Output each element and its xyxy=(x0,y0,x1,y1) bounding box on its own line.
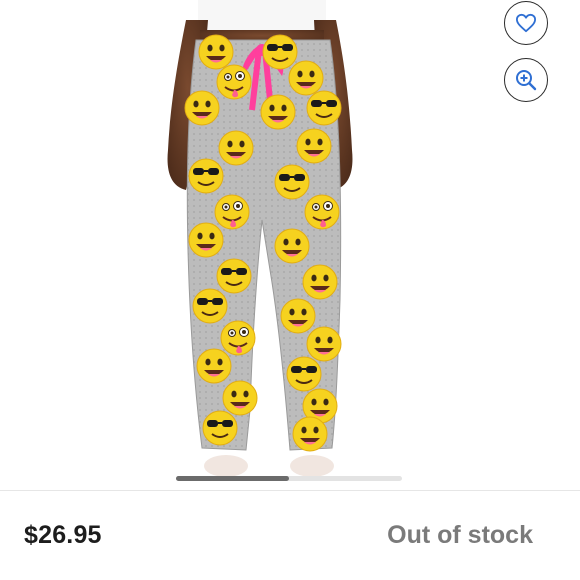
favorite-button[interactable] xyxy=(504,1,548,45)
heart-icon xyxy=(516,13,536,33)
zoom-button[interactable] xyxy=(504,58,548,102)
image-scroll-thumb xyxy=(176,476,289,481)
product-image-carousel[interactable] xyxy=(0,0,580,490)
product-image xyxy=(167,0,353,477)
stock-status: Out of stock xyxy=(387,521,533,549)
zoom-in-icon xyxy=(516,70,537,91)
divider xyxy=(0,490,580,491)
product-price: $26.95 xyxy=(24,521,102,549)
image-scroll-indicator xyxy=(176,476,402,481)
